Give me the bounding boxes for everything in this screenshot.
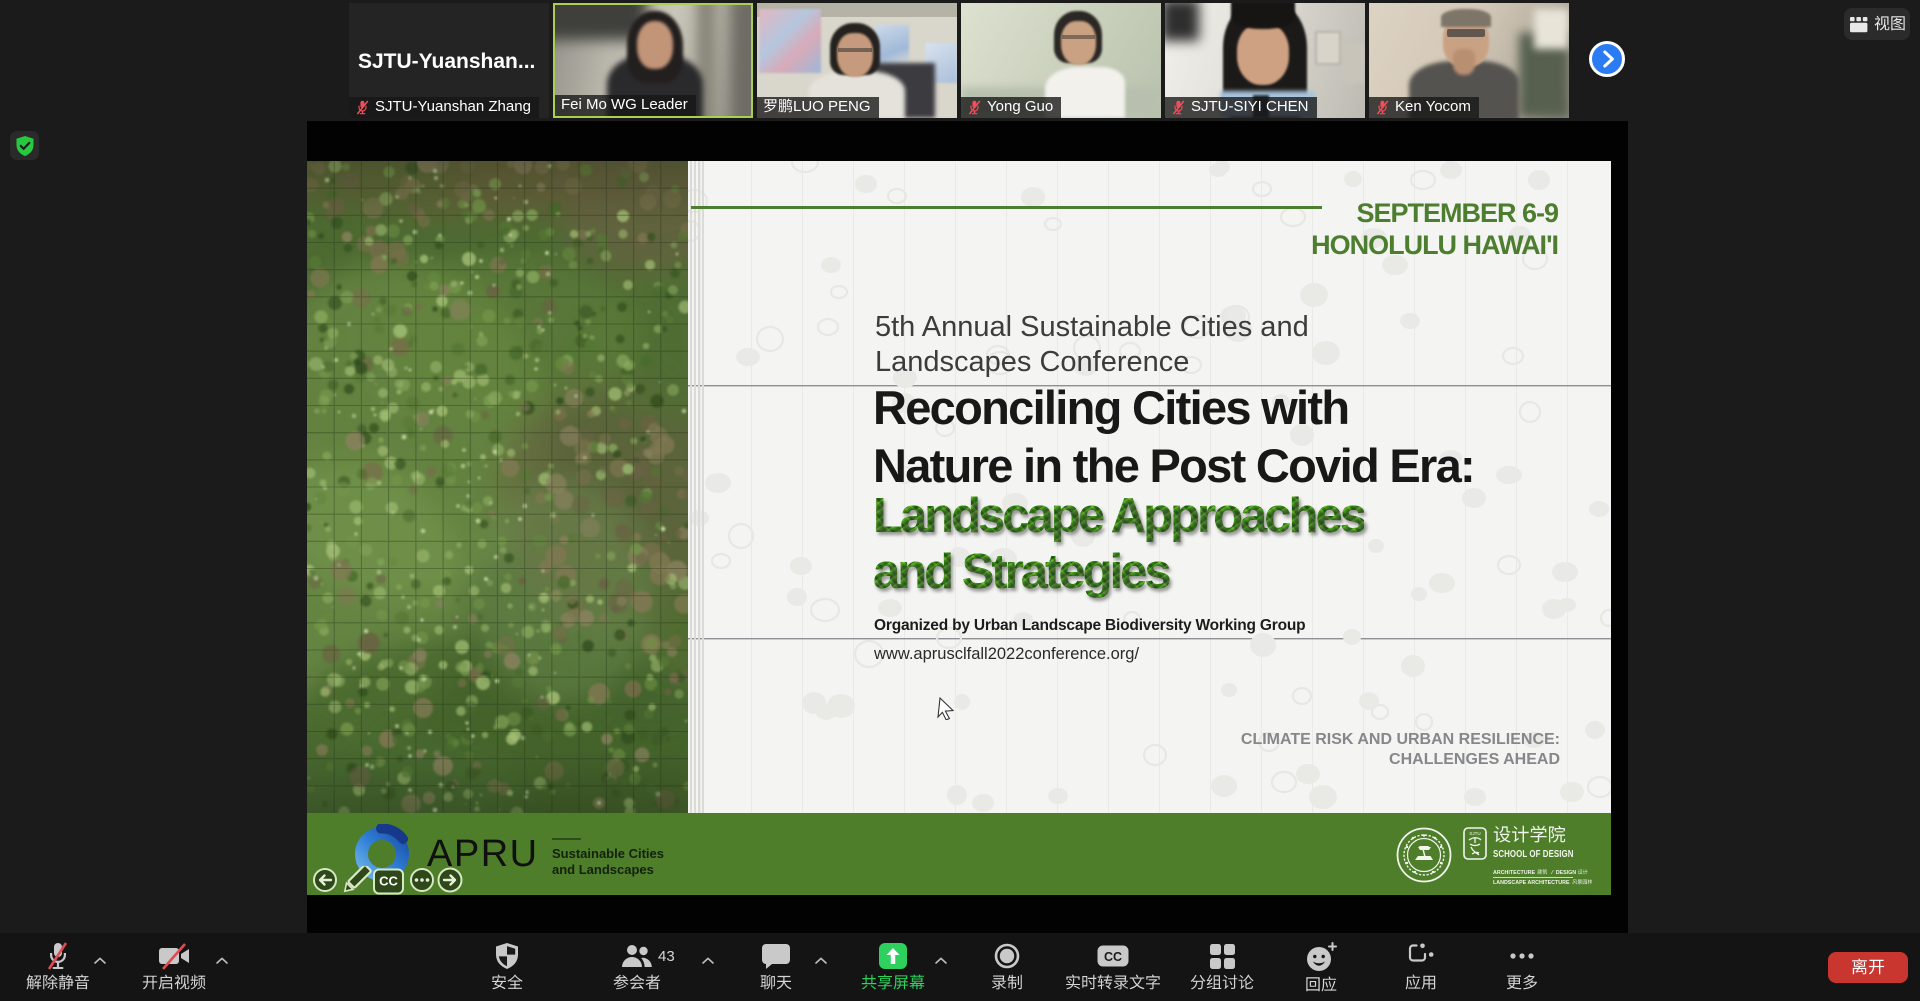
svg-text:CC: CC <box>1104 950 1122 964</box>
svg-text:SJTU: SJTU <box>1469 831 1480 836</box>
svg-text:CC: CC <box>379 874 398 889</box>
